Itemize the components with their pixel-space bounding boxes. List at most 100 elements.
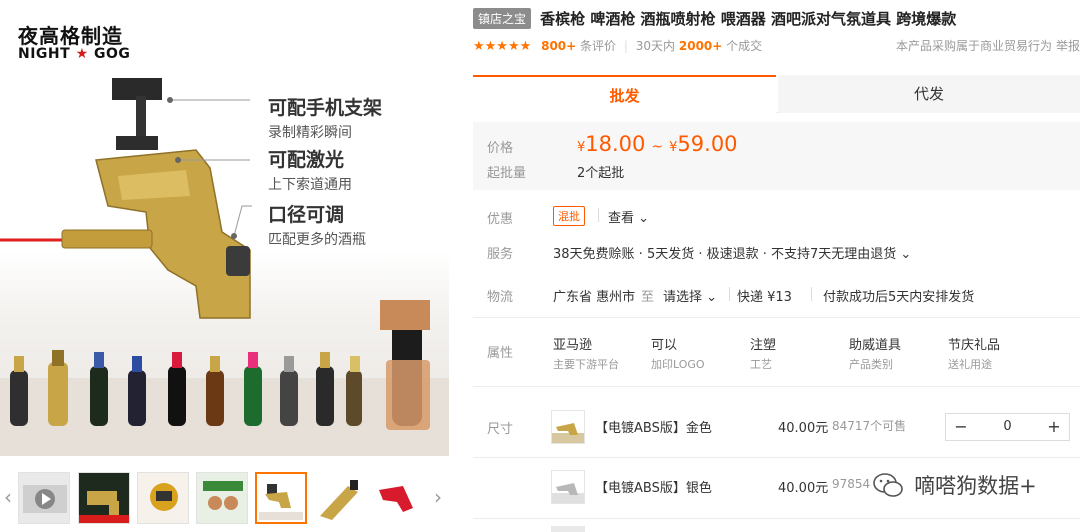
sku-thumbnail-partial: [551, 526, 585, 532]
review-label[interactable]: 条评价: [580, 39, 616, 53]
moq-value: 2个起批: [577, 166, 625, 181]
gallery-prev-arrow-icon[interactable]: ‹: [4, 485, 12, 509]
sku-thumbnail[interactable]: [551, 410, 585, 444]
price-min: 18.00: [585, 132, 646, 156]
thumb-gun-icon: [79, 491, 129, 523]
sku-row: 【电镀ABS版】金色 40.00元 84717个可售 − 0 +: [473, 400, 1080, 450]
feature-phone-holder: 可配手机支架 录制精彩瞬间: [268, 93, 382, 142]
price-max: 59.00: [677, 132, 738, 156]
divider: [473, 457, 1080, 458]
sku-stock: 97854: [832, 477, 871, 491]
attributes-label: 属性: [487, 346, 514, 361]
logistics-ship-note: 付款成功后5天内安排发货: [823, 290, 975, 305]
logistics-to: 至: [641, 290, 655, 305]
feature-subtitle: 匹配更多的酒瓶: [268, 232, 366, 248]
watermark-text: 嘀嗒狗数据+: [914, 474, 1037, 498]
logistics-origin: 广东省 惠州市: [553, 290, 636, 305]
report-link[interactable]: 举报: [1056, 37, 1080, 54]
feature-title: 可配手机支架: [268, 97, 383, 119]
gallery-thumb-video[interactable]: [18, 472, 70, 524]
play-icon: [23, 485, 67, 513]
sku-gold-gun-icon: [552, 423, 584, 443]
mixed-batch-badge: 混批: [553, 206, 585, 226]
quantity-stepper: − 0 +: [945, 413, 1070, 441]
quantity-decrease-button[interactable]: −: [946, 414, 976, 440]
divider: [473, 317, 1080, 318]
feature-laser: 可配激光 上下索道通用: [268, 145, 352, 194]
thumb-gun-icon: [259, 484, 303, 520]
tab-wholesale[interactable]: 批发: [473, 75, 776, 113]
attribute-key: 产品类别: [849, 358, 893, 371]
sku-price: 40.00元: [778, 481, 829, 496]
trade-note: 本产品采购属于商业贸易行为: [895, 39, 1052, 53]
attribute-item: 可以 加印LOGO: [651, 334, 705, 372]
logistics-label: 物流: [487, 290, 514, 305]
quantity-input[interactable]: 0: [976, 414, 1039, 440]
attribute-key: 加印LOGO: [651, 358, 705, 371]
price-box: 价格 ¥18.00 ~ ¥59.00 起批量 2个起批: [473, 122, 1080, 190]
gallery-thumb[interactable]: [196, 472, 248, 524]
gallery-next-arrow-icon[interactable]: ›: [434, 485, 442, 509]
quantity-increase-button[interactable]: +: [1039, 414, 1069, 440]
product-title: 香槟枪 啤酒枪 酒瓶喷射枪 喂酒器 酒吧派对气氛道具 跨境爆款: [540, 10, 957, 28]
attribute-value: 注塑: [750, 338, 777, 353]
feature-adjustable-mouth: 口径可调 匹配更多的酒瓶: [268, 200, 366, 249]
sku-silver-gun-icon: [552, 483, 584, 503]
gallery-thumb[interactable]: [314, 472, 366, 524]
thumb-gun-icon: [379, 486, 413, 512]
champagne-gun-illustration: [0, 78, 449, 456]
logistics-express: 快递 ¥13: [737, 290, 792, 305]
thumb-gun-icon: [150, 483, 178, 511]
watermark: 嘀嗒狗数据+: [873, 470, 1037, 500]
promo-view-link[interactable]: 查看 ⌄: [608, 207, 649, 226]
attribute-item: 节庆礼品 送礼用途: [948, 334, 1000, 372]
sku-stock: 84717个可售: [832, 419, 907, 433]
gallery-thumb-active[interactable]: [255, 472, 307, 524]
attribute-item: 亚马逊 主要下游平台: [553, 334, 619, 372]
sku-thumbnail[interactable]: [551, 470, 585, 504]
sku-price: 40.00元: [778, 421, 829, 436]
divider: [473, 518, 1080, 519]
attribute-key: 送礼用途: [948, 358, 992, 371]
rating-stars-icon: ★★★★★: [473, 39, 532, 54]
sku-name: 【电镀ABS版】银色: [595, 481, 712, 496]
service-label: 服务: [487, 247, 514, 262]
feature-subtitle: 上下索道通用: [268, 177, 352, 193]
feature-title: 可配激光: [268, 149, 345, 171]
title-row: 镇店之宝 香槟枪 啤酒枪 酒瓶喷射枪 喂酒器 酒吧派对气氛道具 跨境爆款: [473, 8, 1080, 32]
logistics-destination-select[interactable]: 请选择 ⌄: [663, 286, 717, 305]
promo-label: 优惠: [487, 212, 514, 227]
price-label: 价格: [487, 141, 514, 156]
service-text[interactable]: 38天免费赊账 · 5天发货 · 极速退款 · 不支持7天无理由退货 ⌄: [553, 243, 911, 262]
attribute-value: 亚马逊: [553, 338, 593, 353]
shop-badge: 镇店之宝: [473, 8, 532, 29]
attribute-key: 主要下游平台: [553, 358, 619, 371]
sku-name: 【电镀ABS版】金色: [595, 421, 712, 436]
gallery-thumb[interactable]: [78, 472, 130, 524]
divider: [598, 208, 599, 222]
product-detail-panel: 镇店之宝 香槟枪 啤酒枪 酒瓶喷射枪 喂酒器 酒吧派对气氛道具 跨境爆款 ★★★…: [473, 0, 1080, 532]
sales-count: 2000+: [678, 39, 723, 53]
main-product-image[interactable]: 夜高格制造 NIGHT ★ GOG 可配手机支架 录制精彩瞬间 可配激光 上下索…: [0, 0, 449, 456]
price-tilde: ~: [651, 139, 664, 155]
purchase-tabs: 批发 代发: [473, 75, 1080, 113]
rating-row: ★★★★★ 800+ 条评价 | 30天内 2000+ 个成交 本产品采购属于商…: [473, 37, 1080, 55]
gallery-thumb[interactable]: [373, 472, 425, 524]
attribute-value: 助威道具: [849, 338, 902, 353]
divider: |: [623, 39, 628, 53]
moq-label: 起批量: [487, 166, 527, 181]
attribute-value: 可以: [651, 338, 678, 353]
attribute-key: 工艺: [750, 358, 772, 371]
thumb-bottle-icon: [320, 480, 358, 520]
sales-label: 个成交: [726, 39, 763, 53]
feature-subtitle: 录制精彩瞬间: [268, 125, 352, 141]
divider: [473, 386, 1080, 387]
sales-prefix: 30天内: [635, 39, 676, 53]
attribute-item: 注塑 工艺: [750, 334, 776, 372]
tab-dropship[interactable]: 代发: [778, 75, 1080, 113]
gallery-thumb[interactable]: [137, 472, 189, 524]
wechat-icon: [873, 473, 903, 497]
price-range: ¥18.00 ~ ¥59.00: [577, 132, 738, 156]
review-count[interactable]: 800+: [541, 39, 576, 53]
attribute-item: 助威道具 产品类别: [849, 334, 901, 372]
